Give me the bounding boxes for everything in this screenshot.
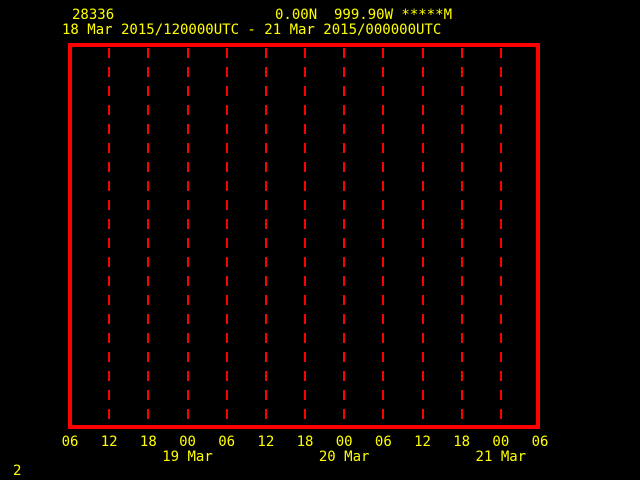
vertical-gridline [499,48,502,423]
x-tick-label: 18 [453,434,471,450]
x-tick-label: 06 [531,434,549,450]
vertical-gridline [382,48,385,423]
vertical-gridline [460,48,463,423]
station-id: 28336 [72,7,115,23]
x-tick-label: 00 [492,434,510,450]
x-tick-label: 12 [414,434,431,450]
vertical-gridline [304,48,306,423]
meteogram-screen: 28336 0.00N 999.90W *****M 18 Mar 2015/1… [0,0,640,480]
x-date-label: 20 Mar [318,449,370,465]
page-number: 2 [13,463,22,479]
vertical-gridline [108,48,111,423]
vertical-gridline [147,48,150,423]
x-tick-label: 00 [179,434,196,450]
x-date-label: 19 Mar [162,449,213,465]
x-tick-label: 06 [374,434,392,450]
vertical-gridline [225,48,228,423]
vertical-gridline [264,48,267,423]
vertical-gridline [421,48,424,423]
x-tick-label: 06 [218,434,236,450]
x-tick-label: 06 [61,434,79,450]
x-tick-label: 00 [335,434,353,450]
vertical-gridline [343,48,346,423]
x-tick-label: 12 [100,434,118,450]
station-location: 0.00N 999.90W *****M [275,7,453,23]
time-range: 18 Mar 2015/120000UTC - 21 Mar 2015/0000… [62,22,442,38]
x-tick-label: 12 [257,434,275,450]
x-date-label: 21 Mar [475,449,527,465]
vertical-gridline [186,48,189,423]
x-tick-label: 18 [296,434,314,450]
x-tick-label: 18 [139,434,157,450]
